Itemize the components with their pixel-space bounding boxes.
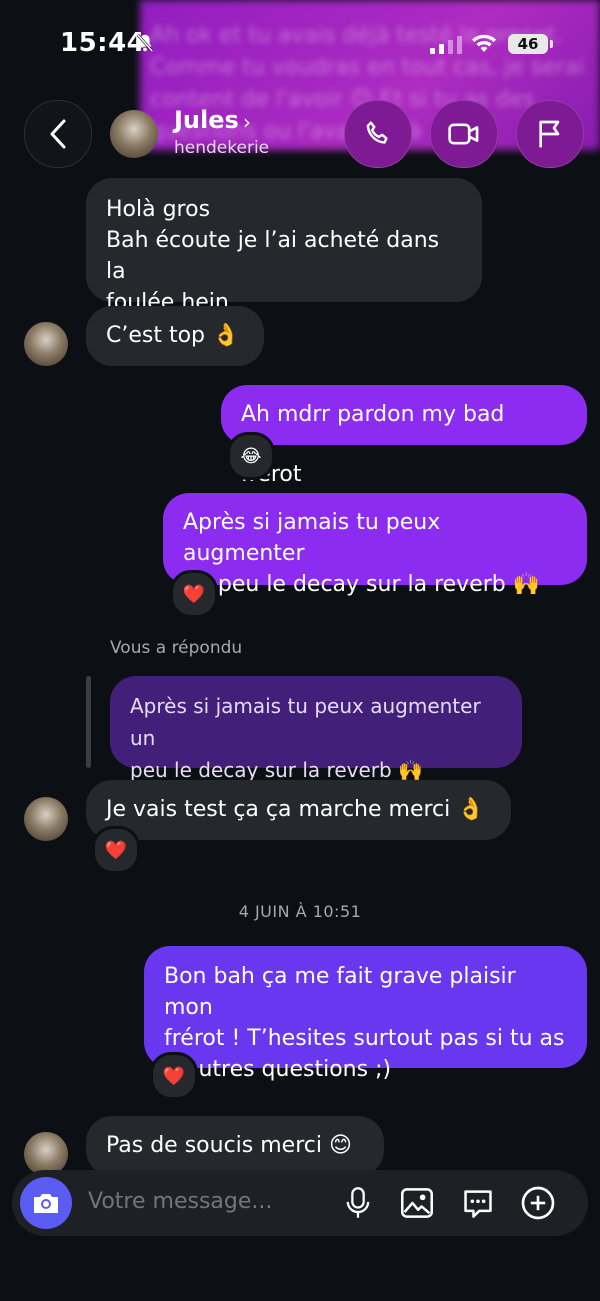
back-icon [50, 119, 66, 149]
message-line: d’autres questions ;) [164, 1057, 392, 1082]
message-incoming[interactable]: Holà gros Bah écoute je l’ai acheté dans… [86, 178, 482, 315]
reaction-badge[interactable]: ❤️ [170, 570, 218, 618]
camera-button[interactable] [20, 1177, 72, 1229]
message-outgoing[interactable]: Après si jamais tu peux augmenter un peu… [163, 493, 587, 597]
sticker-button[interactable] [460, 1185, 496, 1221]
message-incoming[interactable]: Pas de soucis merci 😊 [86, 1116, 384, 1176]
call-button[interactable] [344, 100, 412, 168]
sticker-icon [464, 1190, 492, 1218]
report-button[interactable] [516, 100, 584, 168]
flag-icon [539, 120, 560, 148]
phone-icon [366, 121, 388, 144]
reaction-badge[interactable]: 😂 [227, 432, 275, 480]
contact-name[interactable]: Jules [174, 106, 239, 134]
message-line: frérot ! T’hesites surtout pas si tu as [164, 1026, 565, 1051]
status-time: 15:44 [60, 28, 146, 58]
message-text: C’est top 👌 [106, 323, 240, 348]
chevron-right-icon[interactable]: › [243, 110, 251, 134]
message-text: Je vais test ça ça marche merci 👌 [106, 797, 485, 822]
video-call-button[interactable] [430, 100, 498, 168]
microphone-icon [346, 1187, 370, 1218]
message-line: Après si jamais tu peux augmenter [183, 510, 441, 566]
message-line: Bah écoute je l’ai acheté dans la [106, 228, 440, 284]
message-text: Ah mdrr pardon my bad frérot [241, 402, 505, 487]
camera-icon [34, 1194, 58, 1213]
reply-label: Vous a répondu [110, 638, 243, 658]
message-outgoing[interactable]: Ah mdrr pardon my bad frérot [221, 385, 587, 487]
message-input[interactable] [88, 1189, 328, 1214]
message-incoming[interactable]: Je vais test ça ça marche merci 👌 [86, 780, 511, 840]
sender-avatar[interactable] [24, 322, 68, 366]
image-icon [401, 1188, 433, 1218]
wifi-icon [472, 34, 496, 52]
message-line: Bon bah ça me fait grave plaisir mon [164, 964, 516, 1020]
reaction-badge[interactable]: ❤️ [150, 1052, 198, 1100]
video-icon [448, 123, 479, 145]
sender-avatar[interactable] [24, 797, 68, 841]
message-line: Holà gros [106, 197, 211, 222]
contact-avatar[interactable] [110, 110, 158, 158]
signal-icon [430, 36, 462, 54]
battery-icon: 46 [508, 34, 553, 54]
reply-indicator-bar [86, 676, 91, 768]
replied-message-preview[interactable]: Après si jamais tu peux augmenter un peu… [110, 676, 522, 782]
gallery-button[interactable] [399, 1185, 435, 1221]
contact-username: hendekerie [174, 138, 270, 158]
microphone-button[interactable] [340, 1185, 376, 1221]
reply-line: Après si jamais tu peux augmenter un [130, 694, 481, 750]
bell-slash-icon [136, 33, 154, 53]
reaction-badge[interactable]: ❤️ [92, 826, 140, 874]
back-button[interactable] [24, 100, 92, 168]
add-button[interactable] [520, 1185, 556, 1221]
message-text: Pas de soucis merci 😊 [106, 1133, 352, 1158]
date-separator: 4 JUIN À 10:51 [238, 902, 362, 921]
message-incoming[interactable]: C’est top 👌 [86, 306, 264, 366]
plus-icon [521, 1186, 555, 1220]
message-line: un peu le decay sur la reverb 🙌 [183, 572, 541, 597]
message-outgoing[interactable]: Bon bah ça me fait grave plaisir mon fré… [144, 946, 587, 1082]
